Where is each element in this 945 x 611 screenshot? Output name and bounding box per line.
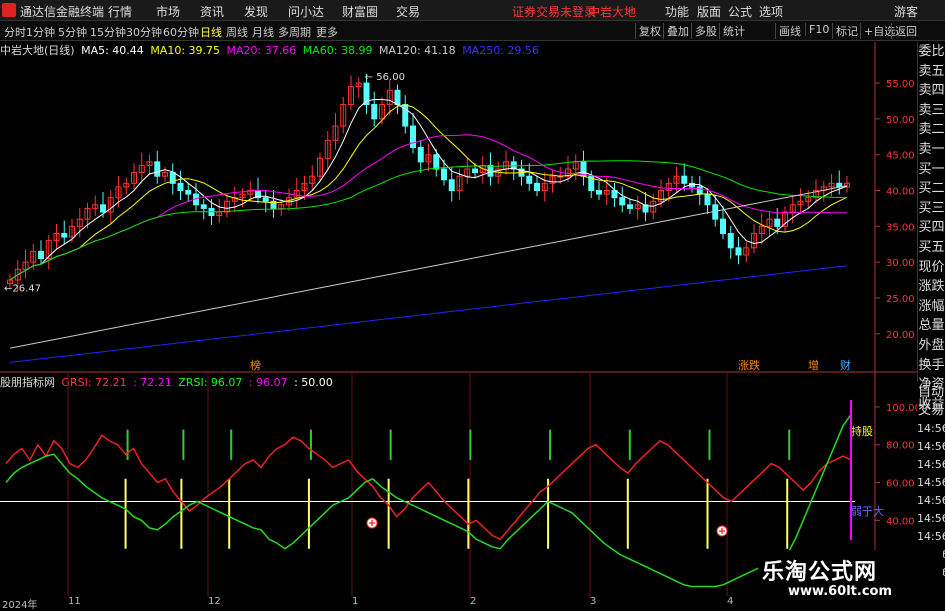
- x-label-4: 2: [470, 596, 477, 607]
- sidebar-item-7: 买二: [918, 181, 945, 197]
- ind-tick-label-2: 60.00: [886, 479, 915, 490]
- price-tick-label-1: 25.00: [886, 294, 915, 305]
- trade-item-8: 14:56: [917, 530, 945, 543]
- candle-body-53: [417, 147, 424, 163]
- watermark-line1: 乐淘公式网: [762, 560, 878, 585]
- trade-item-6: 14:56: [917, 494, 945, 507]
- x-label-2: 12: [208, 596, 221, 607]
- event-marker-1: 涨跌: [738, 358, 760, 372]
- sidebar-item-3: 卖三: [918, 102, 945, 118]
- candle-body-94: [735, 247, 742, 256]
- candle-body-47: [371, 104, 378, 120]
- sidebar-item-6: 买一: [918, 161, 945, 177]
- price-tick-label-2: 30.00: [886, 258, 915, 269]
- trade-item-5: 14:56: [917, 476, 945, 489]
- price-tick-label-0: 20.00: [886, 330, 915, 341]
- candle-body-57: [448, 179, 455, 192]
- high-annotation: ← 56.00: [365, 72, 405, 83]
- price-tick-label-3: 35.00: [886, 222, 915, 233]
- x-label-5: 3: [590, 596, 597, 607]
- sidebar-item-12: 涨跌: [918, 279, 945, 295]
- candle-body-87: [681, 175, 688, 184]
- trade-item-1: 交易: [917, 403, 944, 418]
- x-label-3: 1: [352, 596, 359, 607]
- trade-item-7: 14:56: [917, 512, 945, 525]
- candle-body-50: [394, 89, 401, 106]
- candle-body-52: [410, 125, 416, 149]
- candle-body-79: [619, 197, 626, 206]
- watermark-line2: www.60lt.com: [788, 584, 893, 599]
- sidebar-item-16: 换手: [918, 357, 945, 373]
- hold-annotation: 持股: [851, 424, 873, 438]
- ind-tick-label-1: 40.00: [886, 516, 915, 527]
- x-label-1: 11: [68, 596, 81, 607]
- candle-body-25: [200, 204, 207, 209]
- candle-body-76: [596, 190, 602, 195]
- chart-canvas[interactable]: 20.00 25.00 30.00 35.00 40.00 45.00 50.00 55.00…: [0, 0, 917, 596]
- event-marker-2: 增: [808, 358, 819, 372]
- candle-body-99: [774, 218, 781, 227]
- low-annotation: ←26.47: [4, 283, 41, 294]
- weak-annotation: 弱于大: [851, 504, 884, 518]
- candle-body-12: [100, 204, 106, 213]
- sidebar-item-0: 委比: [918, 44, 945, 59]
- sidebar-item-10: 买五: [918, 239, 945, 255]
- candle-body-90: [704, 193, 711, 206]
- x-axis: 2024年 11 12 1 2 3 4: [0, 596, 760, 611]
- sidebar-item-14: 总量: [918, 318, 945, 334]
- trade-item-0: 自动: [917, 385, 944, 400]
- candle-body-80: [627, 204, 633, 209]
- candle-body-68: [534, 182, 540, 192]
- sidebar-item-8: 买三: [918, 200, 945, 216]
- candle-body-4: [38, 250, 44, 260]
- ind-tick-label-3: 80.00: [886, 441, 915, 452]
- candle-body-22: [177, 182, 184, 192]
- event-marker-0: 榜: [250, 358, 261, 372]
- ma120-line: [9, 185, 848, 349]
- candle-body-93: [727, 232, 734, 249]
- trade-item-4: 14:56: [917, 458, 945, 471]
- sidebar-item-9: 买四: [918, 220, 945, 236]
- x-label-6: 4: [727, 596, 734, 607]
- candle-body-33: [262, 197, 269, 202]
- ma5-line: [9, 99, 848, 281]
- candle-body-89: [696, 186, 703, 195]
- candle-body-23: [185, 190, 192, 195]
- price-tick-label-4: 40.00: [886, 187, 915, 198]
- candle-body-60: [472, 168, 478, 174]
- watermark: 乐淘公式网 www.60lt.com: [758, 550, 943, 607]
- price-tick-label-6: 50.00: [886, 115, 915, 126]
- sidebar-item-5: 卖一: [918, 141, 945, 157]
- candle-body-19: [154, 161, 161, 177]
- trade-item-2: 14:56: [917, 422, 945, 435]
- zrsi-line: [5, 414, 852, 588]
- quote-sidebar: 委比 卖五 卖四 卖三 卖二 卖一 买一 买二 买三 买四 买五 现价 涨跌 涨幅 总量 外盘 换手 净资 收益: [917, 42, 945, 412]
- sidebar-item-13: 涨幅: [918, 298, 945, 314]
- ind-tick-label-4: 100.00: [886, 403, 917, 414]
- candle-body-67: [526, 175, 533, 184]
- event-marker-3: 财: [840, 358, 851, 372]
- price-tick-label-5: 45.00: [886, 151, 915, 162]
- sidebar-item-11: 现价: [918, 259, 945, 275]
- candle-body-56: [441, 168, 447, 181]
- sidebar-item-2: 卖四: [918, 83, 945, 99]
- price-tick-label-7: 55.00: [886, 79, 915, 90]
- trade-item-3: 14:56: [917, 440, 945, 453]
- ma250-line: [9, 265, 848, 363]
- candle-body-92: [720, 218, 726, 234]
- sidebar-item-15: 外盘: [918, 337, 945, 353]
- grsi-line: [5, 434, 852, 541]
- candle-body-55: [433, 154, 440, 170]
- candle-body-7: [61, 232, 68, 238]
- ma10-line: [9, 104, 848, 281]
- sidebar-item-1: 卖五: [918, 63, 945, 79]
- sidebar-item-4: 卖二: [918, 122, 945, 138]
